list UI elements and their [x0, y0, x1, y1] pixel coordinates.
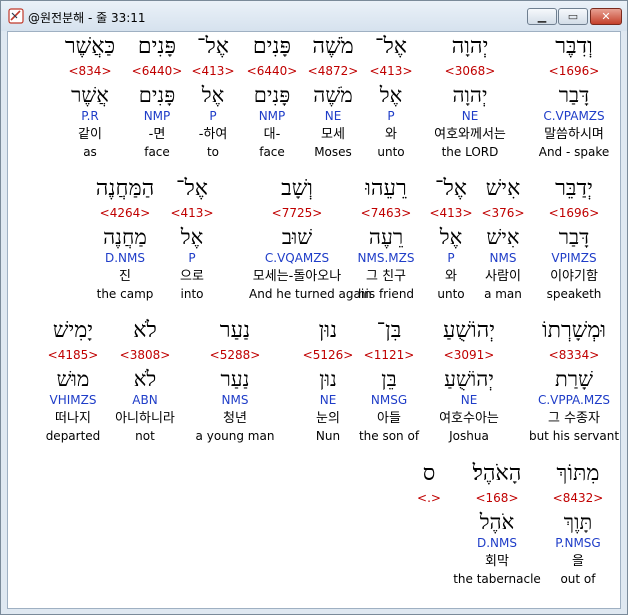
strong-number: <4185> — [47, 348, 99, 362]
korean-gloss: 같이 — [78, 127, 102, 142]
korean-gloss: 떠나지 — [55, 411, 91, 426]
korean-gloss — [381, 552, 477, 571]
maximize-icon: ▭ — [567, 10, 579, 23]
hebrew-word: וְשָׁב — [281, 176, 313, 201]
parsing-code: NMS — [221, 393, 249, 407]
app-window: @원전분해 - 줄 33:11 ▁ ▭ ✕ וְדִבֶּר <1696> דָּב… — [0, 0, 628, 615]
lexical-form: דָּבַר — [558, 83, 590, 107]
strong-number: <1696> — [548, 64, 600, 78]
english-gloss — [381, 571, 477, 587]
lexical-form: אֲשֶׁר — [71, 83, 109, 107]
english-gloss: And - spake — [538, 145, 610, 159]
hebrew-word: כַּאֲשֶׁר — [64, 34, 116, 59]
word-cell[interactable]: כַּאֲשֶׁר <834> אֲשֶׁר P.R 같이 as — [42, 32, 138, 160]
close-button[interactable]: ✕ — [590, 8, 622, 25]
lexical-form: שָׁרַת — [555, 367, 593, 391]
minimize-icon: ▁ — [537, 10, 547, 23]
korean-gloss: 그 수종자 — [548, 411, 600, 426]
parsing-code: D.NMS — [104, 251, 145, 265]
word-cell[interactable]: יָמִישׁ <4185> מוּשׁ VHIMZS 떠나지 departed — [25, 316, 121, 444]
title-bar[interactable]: @원전분해 - 줄 33:11 ▁ ▭ ✕ — [1, 1, 627, 31]
strong-number: <5288> — [209, 348, 261, 362]
word-cell[interactable]: נוּן <5126> נוּן NE 눈의 Nun — [280, 316, 376, 444]
strong-number: <4264> — [99, 206, 151, 220]
hebrew-word: יָמִישׁ — [52, 318, 94, 343]
strong-number: <5126> — [302, 348, 354, 362]
lexical-form: נַעַר — [220, 367, 250, 391]
english-gloss: but his servant — [528, 429, 620, 443]
english-gloss: a young man — [195, 429, 275, 443]
lexical-form — [381, 507, 477, 535]
parsing-code: C.VPAMZS — [543, 109, 605, 123]
hebrew-word: וּמְשָׁרְתוֹ — [541, 318, 607, 343]
app-icon — [8, 8, 24, 24]
english-gloss: departed — [45, 429, 101, 443]
korean-gloss: 말씀하시며 — [544, 127, 604, 142]
english-gloss: the camp — [96, 287, 154, 301]
word-cell[interactable]: רֵעֵהוּ <7463> רֵעֶה NMS.MZS 그 친구 his friend — [338, 174, 434, 302]
word-cell[interactable]: וְשָׁב <7725> שׁוּב C.VQAMZS 모세는-돌아오나 And he … — [249, 174, 372, 302]
parsing-code: C.VPPA.MZS — [537, 393, 611, 407]
close-icon: ✕ — [601, 10, 611, 23]
hebrew-word: נוּן — [318, 318, 338, 343]
lexical-form: נוּן — [319, 367, 337, 391]
strong-number: <7463> — [360, 206, 412, 220]
korean-gloss: 진 — [119, 269, 131, 284]
english-gloss: Nun — [315, 429, 341, 443]
word-cell[interactable]: ס <.> — [381, 459, 477, 587]
hebrew-word: נַעַר — [219, 318, 251, 343]
hebrew-word: רֵעֵהוּ — [365, 176, 407, 201]
hebrew-word: וְדִבֶּר — [555, 34, 593, 59]
korean-gloss: 그 친구 — [365, 269, 406, 284]
window-title: @원전분해 - 줄 33:11 — [28, 11, 146, 25]
lexical-form: מַחֲנֶה — [103, 225, 147, 249]
lexical-form: רֵעֶה — [368, 225, 404, 249]
parsing-code: NE — [319, 393, 337, 407]
english-gloss: as — [83, 145, 97, 159]
word-cell[interactable]: הַמַּחֲנֶה <4264> מַחֲנֶה D.NMS 진 the camp — [77, 174, 173, 302]
word-cell[interactable]: וּמְשָׁרְתוֹ <8334> שָׁרַת C.VPPA.MZS 그 수종자 b… — [526, 316, 622, 444]
korean-gloss: 청년 — [223, 411, 247, 426]
english-gloss: And he turned again — [249, 287, 372, 301]
word-cell[interactable]: נַעַר <5288> נַעַר NMS 청년 a young man — [187, 316, 283, 444]
parsing-code: P.R — [81, 109, 99, 123]
lexical-form: מוּשׁ — [56, 367, 90, 391]
parsing-code: NMS.MZS — [357, 251, 415, 265]
strong-number: <.> — [417, 491, 441, 505]
verse-analysis-panel: וְדִבֶּר <1696> דָּבַר C.VPAMZS 말씀하시며 And - s… — [7, 31, 621, 609]
hebrew-word: ס — [422, 461, 436, 486]
parsing-code: C.VQAMZS — [264, 251, 330, 265]
parsing-code — [381, 535, 477, 552]
word-cell[interactable]: וְדִבֶּר <1696> דָּבַר C.VPAMZS 말씀하시며 And - s… — [526, 32, 622, 160]
parsing-code: VHIMZS — [49, 393, 97, 407]
hebrew-word: הַמַּחֲנֶה — [95, 176, 155, 201]
strong-number: <834> — [68, 64, 112, 78]
korean-gloss: 모세는-돌아오나 — [252, 269, 342, 284]
korean-gloss: 눈의 — [316, 411, 340, 426]
lexical-form: שׁוּב — [281, 225, 313, 249]
strong-number: <7725> — [271, 206, 323, 220]
maximize-button[interactable]: ▭ — [558, 8, 588, 25]
minimize-button[interactable]: ▁ — [527, 8, 557, 25]
strong-number: <8334> — [548, 348, 600, 362]
